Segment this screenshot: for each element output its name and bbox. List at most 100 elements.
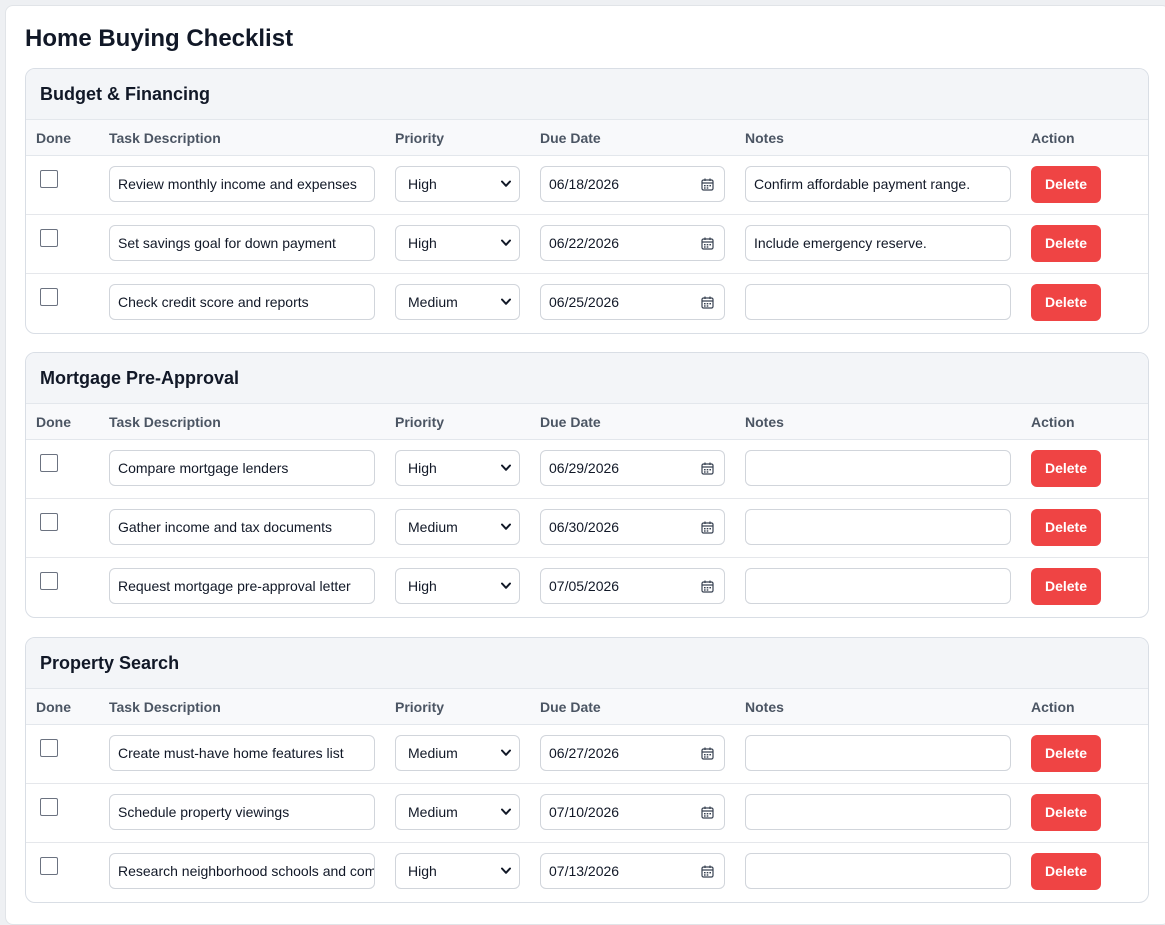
task-description-input[interactable]: Create must-have home features list (109, 735, 375, 771)
task-description-input[interactable]: Compare mortgage lenders (109, 450, 375, 486)
notes-value: Include emergency reserve. (754, 235, 927, 251)
due-date-value: 06/27/2026 (549, 745, 620, 761)
column-header-due: Due Date (540, 130, 601, 146)
done-checkbox[interactable] (40, 170, 58, 188)
column-header-task: Task Description (109, 130, 221, 146)
task-row: Research neighborhood schools and comm Hi… (26, 843, 1148, 902)
done-checkbox[interactable] (40, 513, 58, 531)
task-row: Request mortgage pre-approval letter High… (26, 558, 1148, 617)
due-date-value: 06/25/2026 (549, 294, 620, 310)
calendar-icon[interactable] (701, 865, 714, 878)
delete-button[interactable]: Delete (1031, 166, 1101, 203)
task-description-input[interactable]: Gather income and tax documents (109, 509, 375, 545)
delete-button[interactable]: Delete (1031, 284, 1101, 321)
task-description-input[interactable]: Check credit score and reports (109, 284, 375, 320)
calendar-icon[interactable] (701, 462, 714, 475)
delete-button[interactable]: Delete (1031, 225, 1101, 262)
column-header-notes: Notes (745, 130, 784, 146)
notes-input[interactable]: Confirm affordable payment range. (745, 166, 1011, 202)
task-row: Review monthly income and expenses High 06… (26, 156, 1148, 215)
delete-button[interactable]: Delete (1031, 794, 1101, 831)
due-date-input[interactable]: 06/22/2026 (540, 225, 725, 261)
due-date-input[interactable]: 07/05/2026 (540, 568, 725, 604)
chevron-down-icon (501, 808, 511, 815)
due-date-input[interactable]: 06/27/2026 (540, 735, 725, 771)
table-header-row: Done Task Description Priority Due Date Note… (26, 404, 1148, 440)
done-checkbox[interactable] (40, 572, 58, 590)
delete-button[interactable]: Delete (1031, 509, 1101, 546)
priority-select[interactable]: Medium (395, 509, 520, 545)
done-checkbox[interactable] (40, 288, 58, 306)
notes-input[interactable] (745, 284, 1011, 320)
task-description-value: Check credit score and reports (118, 294, 309, 310)
task-description-input[interactable]: Research neighborhood schools and comm (109, 853, 375, 889)
delete-button[interactable]: Delete (1031, 568, 1101, 605)
column-header-done: Done (36, 414, 71, 430)
done-checkbox[interactable] (40, 739, 58, 757)
priority-select[interactable]: Medium (395, 284, 520, 320)
notes-input[interactable] (745, 735, 1011, 771)
notes-input[interactable] (745, 853, 1011, 889)
priority-select[interactable]: High (395, 568, 520, 604)
chevron-down-icon (501, 582, 511, 589)
due-date-input[interactable]: 06/29/2026 (540, 450, 725, 486)
column-header-priority: Priority (395, 414, 445, 430)
calendar-icon[interactable] (701, 806, 714, 819)
chevron-down-icon (501, 180, 511, 187)
calendar-icon[interactable] (701, 747, 714, 760)
checklist-page: Home Buying Checklist Budget & Financing… (5, 5, 1165, 925)
calendar-icon[interactable] (701, 178, 714, 191)
done-checkbox[interactable] (40, 229, 58, 247)
notes-input[interactable] (745, 450, 1011, 486)
notes-input[interactable] (745, 568, 1011, 604)
calendar-icon[interactable] (701, 580, 714, 593)
chevron-down-icon (501, 464, 511, 471)
column-header-task: Task Description (109, 414, 221, 430)
task-description-input[interactable]: Set savings goal for down payment (109, 225, 375, 261)
task-description-input[interactable]: Schedule property viewings (109, 794, 375, 830)
due-date-input[interactable]: 07/10/2026 (540, 794, 725, 830)
task-description-value: Set savings goal for down payment (118, 235, 336, 251)
chevron-down-icon (501, 239, 511, 246)
chevron-down-icon (501, 749, 511, 756)
priority-select[interactable]: Medium (395, 794, 520, 830)
section-header: Budget & Financing (26, 69, 1148, 120)
task-description-value: Gather income and tax documents (118, 519, 333, 535)
column-header-action: Action (1031, 414, 1075, 430)
due-date-input[interactable]: 06/25/2026 (540, 284, 725, 320)
due-date-input[interactable]: 07/13/2026 (540, 853, 725, 889)
priority-select[interactable]: High (395, 853, 520, 889)
done-checkbox[interactable] (40, 857, 58, 875)
due-date-input[interactable]: 06/30/2026 (540, 509, 725, 545)
delete-button[interactable]: Delete (1031, 450, 1101, 487)
priority-select[interactable]: Medium (395, 735, 520, 771)
priority-select[interactable]: High (395, 450, 520, 486)
calendar-icon[interactable] (701, 296, 714, 309)
notes-input[interactable] (745, 794, 1011, 830)
column-header-notes: Notes (745, 414, 784, 430)
notes-input[interactable] (745, 509, 1011, 545)
done-checkbox[interactable] (40, 454, 58, 472)
priority-select[interactable]: High (395, 225, 520, 261)
section-header: Property Search (26, 638, 1148, 689)
checklist-section: Mortgage Pre-Approval Done Task Descriptio… (25, 352, 1149, 618)
delete-button[interactable]: Delete (1031, 735, 1101, 772)
calendar-icon[interactable] (701, 521, 714, 534)
column-header-done: Done (36, 699, 71, 715)
task-description-input[interactable]: Request mortgage pre-approval letter (109, 568, 375, 604)
column-header-due: Due Date (540, 414, 601, 430)
done-checkbox[interactable] (40, 798, 58, 816)
task-description-value: Research neighborhood schools and comm (118, 863, 375, 879)
column-header-action: Action (1031, 130, 1075, 146)
column-header-priority: Priority (395, 699, 445, 715)
calendar-icon[interactable] (701, 237, 714, 250)
due-date-input[interactable]: 06/18/2026 (540, 166, 725, 202)
column-header-notes: Notes (745, 699, 784, 715)
priority-select[interactable]: High (395, 166, 520, 202)
delete-button[interactable]: Delete (1031, 853, 1101, 890)
notes-input[interactable]: Include emergency reserve. (745, 225, 1011, 261)
priority-value: High (408, 863, 437, 879)
column-header-action: Action (1031, 699, 1075, 715)
column-header-priority: Priority (395, 130, 445, 146)
task-description-input[interactable]: Review monthly income and expenses (109, 166, 375, 202)
